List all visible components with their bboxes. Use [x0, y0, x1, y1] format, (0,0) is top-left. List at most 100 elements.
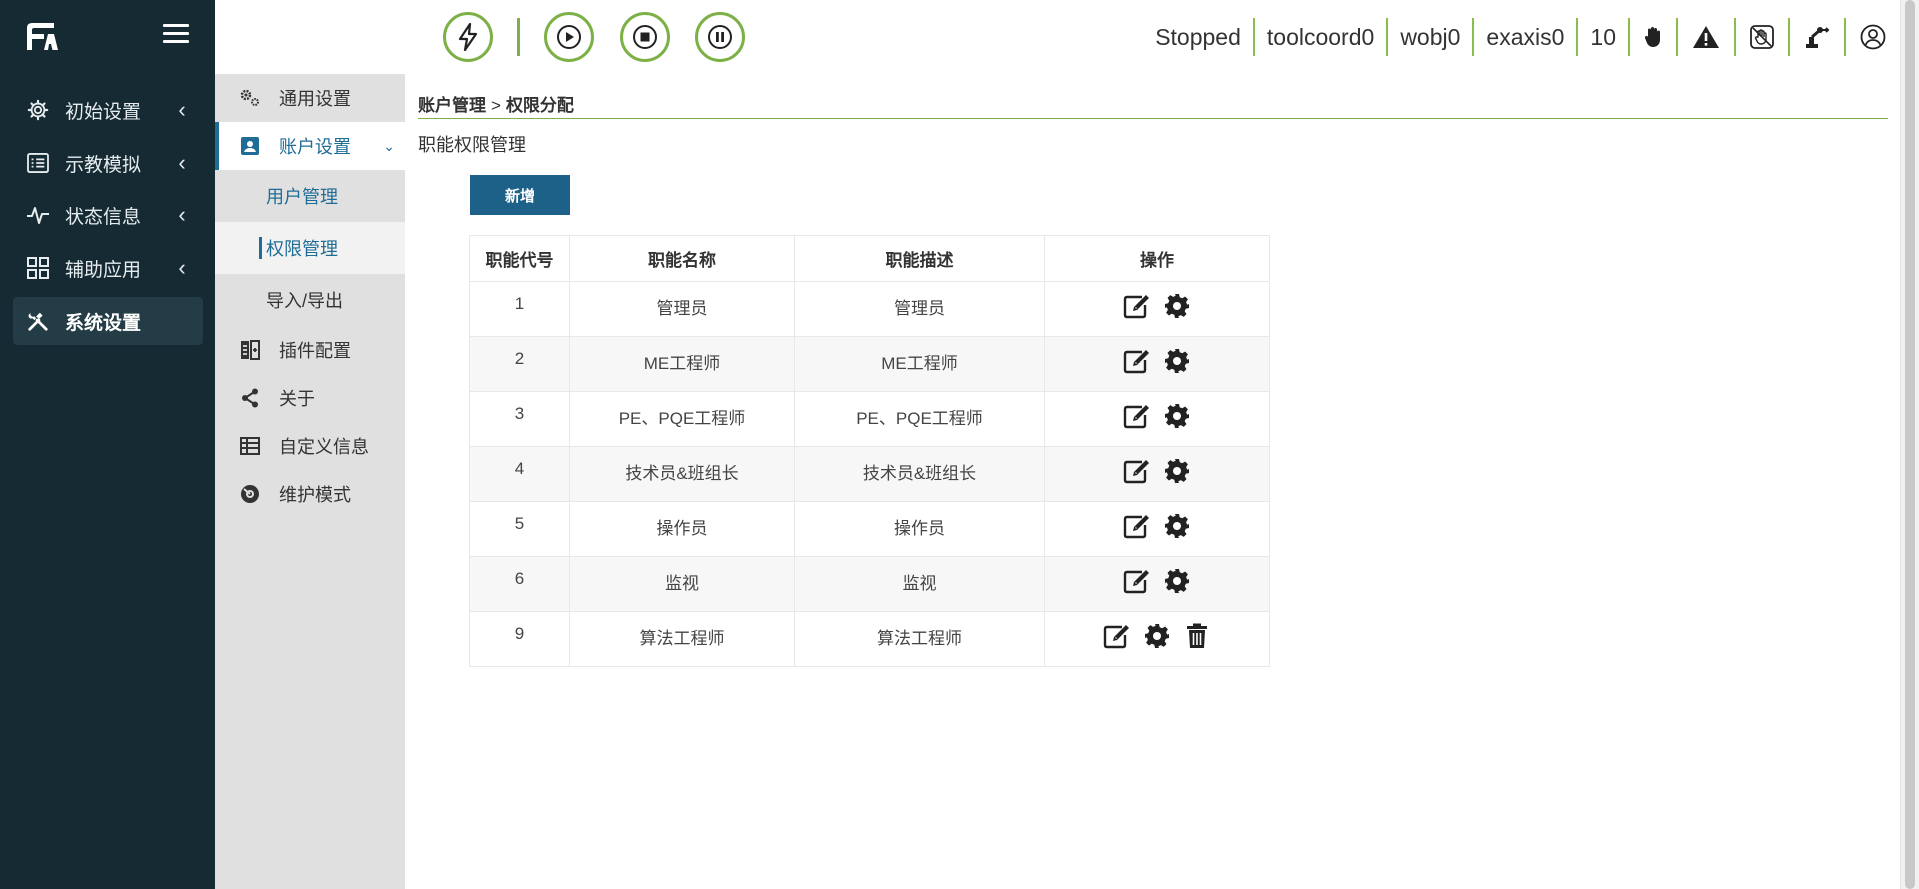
table-list-icon [237, 437, 263, 455]
settings-gear-icon[interactable] [1142, 621, 1172, 651]
edit-icon[interactable] [1102, 621, 1132, 651]
cell-actions [1044, 611, 1270, 667]
edit-icon[interactable] [1122, 401, 1152, 431]
subnav-custom-info[interactable]: 自定义信息 [215, 422, 405, 470]
scrollbar-thumb[interactable] [1905, 0, 1915, 889]
stop-button[interactable] [620, 12, 670, 62]
nav-label: 初始设置 [65, 101, 142, 123]
table-row: 2 ME工程师 ME工程师 [469, 336, 1270, 392]
subnav-plugin-config[interactable]: 插件配置 [215, 326, 405, 374]
settings-gear-icon[interactable] [1162, 401, 1192, 431]
user-circle-icon [1860, 24, 1886, 50]
chevron-left-icon: ‹ [178, 97, 186, 122]
settings-gear-icon[interactable] [1162, 456, 1192, 486]
status-bar: Stopped toolcoord0 wobj0 exaxis0 10 [1143, 18, 1900, 56]
row-actions [1045, 621, 1269, 651]
top-toolbar: Stopped toolcoord0 wobj0 exaxis0 10 [215, 0, 1900, 74]
cell-code: 9 [469, 611, 570, 667]
menu-toggle-icon[interactable] [163, 24, 189, 46]
row-actions [1045, 566, 1269, 596]
settings-gear-icon[interactable] [1162, 291, 1192, 321]
page-scrollbar[interactable] [1900, 0, 1919, 889]
robot-arm-button[interactable] [1790, 18, 1846, 56]
nav-item-system-settings[interactable]: 系统设置 [13, 297, 203, 345]
subnav-user-management[interactable]: 用户管理 [215, 170, 405, 222]
table-row: 5 操作员 操作员 [469, 501, 1270, 557]
cell-code: 6 [469, 556, 570, 612]
row-actions [1045, 511, 1269, 541]
cell-desc: 管理员 [794, 281, 1045, 337]
edit-icon[interactable] [1122, 511, 1152, 541]
breadcrumb-current: 权限分配 [505, 96, 574, 115]
cell-name: 操作员 [569, 501, 795, 557]
subnav-about[interactable]: 关于 [215, 374, 405, 422]
chevron-down-icon: ⌄ [383, 137, 395, 154]
cell-actions [1044, 336, 1270, 392]
cell-code: 2 [469, 336, 570, 392]
cell-desc: PE、PQE工程师 [794, 391, 1045, 447]
pause-button[interactable] [695, 12, 745, 62]
edit-icon[interactable] [1122, 291, 1152, 321]
user-account-button[interactable] [1846, 18, 1900, 56]
trash-icon[interactable] [1182, 621, 1212, 651]
edit-icon[interactable] [1122, 346, 1152, 376]
work-object-selector[interactable]: wobj0 [1388, 18, 1475, 56]
cogs-icon [237, 88, 263, 108]
breadcrumb-underline [418, 118, 1888, 119]
subnav-account-settings[interactable]: 账户设置 ⌄ [215, 122, 405, 170]
ext-axis-selector[interactable]: exaxis0 [1474, 18, 1579, 56]
settings-gear-icon[interactable] [1162, 566, 1192, 596]
cell-name: 算法工程师 [569, 611, 795, 667]
cell-code: 3 [469, 391, 570, 447]
brand-logo [27, 23, 58, 50]
pulse-icon [25, 202, 51, 228]
cell-desc: 监视 [794, 556, 1045, 612]
toolbar-divider [517, 18, 520, 56]
cell-desc: ME工程师 [794, 336, 1045, 392]
cell-name: 技术员&班组长 [569, 446, 795, 502]
nav-item-status-info[interactable]: 状态信息 ‹ [13, 191, 203, 239]
cell-code: 4 [469, 446, 570, 502]
nav-item-teach-sim[interactable]: 示教模拟 ‹ [13, 139, 203, 187]
role-table: 职能代号 职能名称 职能描述 操作 1 管理员 管理员 2 ME工程师 ME工程师 3 PE、… [469, 235, 1270, 667]
table-row: 1 管理员 管理员 [469, 281, 1270, 337]
stop-icon [633, 25, 657, 49]
nav-item-initial-settings[interactable]: 初始设置 ‹ [13, 86, 203, 134]
nav-item-aux-apps[interactable]: 辅助应用 ‹ [13, 244, 203, 292]
cell-name: 管理员 [569, 281, 795, 337]
edit-icon[interactable] [1122, 456, 1152, 486]
cell-desc: 操作员 [794, 501, 1045, 557]
col-header-code: 职能代号 [469, 235, 570, 282]
speed-value[interactable]: 10 [1578, 18, 1630, 56]
subnav-label: 维护模式 [279, 485, 351, 505]
subnav-label: 自定义信息 [279, 437, 369, 457]
settings-gear-icon[interactable] [1162, 511, 1192, 541]
edit-icon[interactable] [1122, 566, 1152, 596]
breadcrumb-parent[interactable]: 账户管理 [418, 96, 486, 115]
play-button[interactable] [544, 12, 594, 62]
subnav-import-export[interactable]: 导入/导出 [215, 274, 405, 326]
role-table-body: 1 管理员 管理员 2 ME工程师 ME工程师 3 PE、PQE工程师 PE、PQE工程师 4 技术… [469, 281, 1270, 667]
gauge-icon [237, 484, 263, 504]
manual-mode-button[interactable] [1630, 18, 1678, 56]
lightning-icon [458, 23, 478, 51]
section-title: 职能权限管理 [418, 135, 526, 155]
cell-actions [1044, 556, 1270, 612]
settings-gear-icon[interactable] [1162, 346, 1192, 376]
tool-coord-selector[interactable]: toolcoord0 [1255, 18, 1389, 56]
subnav-permission-management[interactable]: 权限管理 [215, 222, 405, 274]
alarm-button[interactable] [1678, 18, 1736, 56]
subnav-general-settings[interactable]: 通用设置 [215, 74, 405, 122]
add-role-button[interactable]: 新增 [470, 175, 570, 215]
nav-label: 示教模拟 [65, 154, 142, 176]
subnav-maintenance-mode[interactable]: 维护模式 [215, 470, 405, 518]
warning-icon [1693, 26, 1719, 48]
drag-teach-button[interactable] [1736, 18, 1790, 56]
cell-desc: 技术员&班组长 [794, 446, 1045, 502]
subnav-label: 通用设置 [279, 89, 351, 109]
chevron-left-icon: ‹ [178, 255, 186, 280]
enable-power-button[interactable] [443, 12, 493, 62]
cell-actions [1044, 391, 1270, 447]
pause-icon [708, 25, 732, 49]
cell-code: 5 [469, 501, 570, 557]
